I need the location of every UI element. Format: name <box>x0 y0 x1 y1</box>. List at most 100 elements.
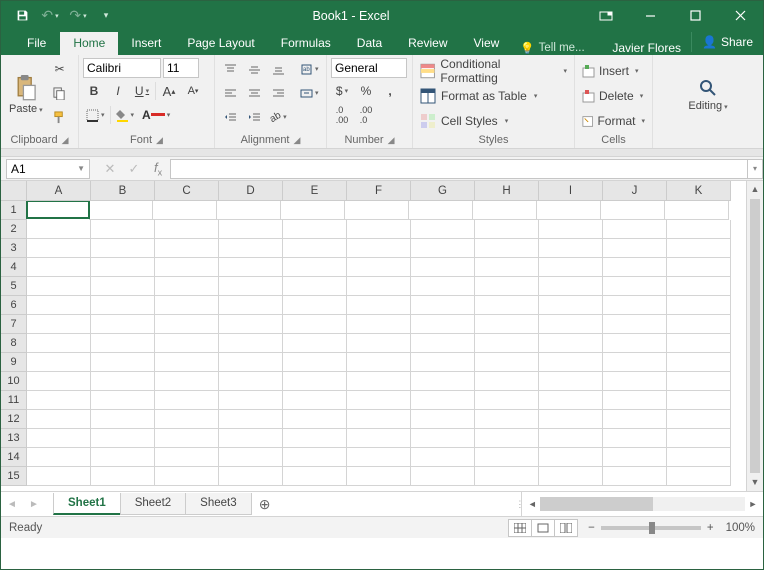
cell[interactable] <box>603 277 667 296</box>
qat-customize-icon[interactable]: ▾ <box>93 4 119 28</box>
accounting-format-button[interactable]: $ <box>331 80 353 102</box>
cell[interactable] <box>667 372 731 391</box>
undo-button[interactable]: ↶ <box>37 4 63 28</box>
cell[interactable] <box>219 467 283 486</box>
cell[interactable] <box>347 467 411 486</box>
cell[interactable] <box>91 296 155 315</box>
cell[interactable] <box>667 448 731 467</box>
cell[interactable] <box>27 467 91 486</box>
cell[interactable] <box>539 239 603 258</box>
cell[interactable] <box>475 315 539 334</box>
merge-center-button[interactable] <box>297 82 322 104</box>
cell[interactable] <box>91 410 155 429</box>
cell[interactable] <box>603 220 667 239</box>
cell[interactable] <box>155 372 219 391</box>
align-center-button[interactable] <box>243 82 265 104</box>
cell[interactable] <box>347 296 411 315</box>
row-header[interactable]: 2 <box>1 220 27 239</box>
cell[interactable] <box>667 239 731 258</box>
column-header[interactable]: B <box>91 181 155 201</box>
column-header[interactable]: G <box>411 181 475 201</box>
cell[interactable] <box>539 467 603 486</box>
cell[interactable] <box>667 353 731 372</box>
cell[interactable] <box>475 277 539 296</box>
tab-pagelayout[interactable]: Page Layout <box>174 32 267 55</box>
cell[interactable] <box>345 201 409 220</box>
cell[interactable] <box>347 277 411 296</box>
cell[interactable] <box>27 258 91 277</box>
cell[interactable] <box>155 239 219 258</box>
cell[interactable] <box>91 429 155 448</box>
cell[interactable] <box>283 220 347 239</box>
font-size-combo[interactable] <box>163 58 199 78</box>
format-painter-button[interactable] <box>49 106 71 128</box>
cell[interactable] <box>667 334 731 353</box>
cell[interactable] <box>411 296 475 315</box>
page-layout-view-button[interactable] <box>531 519 555 537</box>
hscroll-track[interactable] <box>540 497 745 511</box>
cell[interactable] <box>411 410 475 429</box>
minimize-button[interactable] <box>628 1 673 30</box>
cell[interactable] <box>667 296 731 315</box>
percent-button[interactable]: % <box>355 80 377 102</box>
cell[interactable] <box>155 429 219 448</box>
horizontal-scrollbar[interactable]: ◄ ► <box>521 492 763 516</box>
increase-decimal-button[interactable]: .0.00 <box>331 104 353 126</box>
column-header[interactable]: H <box>475 181 539 201</box>
cell[interactable] <box>217 201 281 220</box>
decrease-decimal-button[interactable]: .00.0 <box>355 104 377 126</box>
row-header[interactable]: 15 <box>1 467 27 486</box>
scroll-left-button[interactable]: ◄ <box>524 499 540 509</box>
row-header[interactable]: 5 <box>1 277 27 296</box>
font-color-button[interactable]: A <box>139 104 173 126</box>
vertical-scrollbar[interactable]: ▲ ▼ <box>746 181 763 491</box>
cell[interactable] <box>155 315 219 334</box>
cell[interactable] <box>283 353 347 372</box>
cell[interactable] <box>411 391 475 410</box>
cell[interactable] <box>539 296 603 315</box>
row-header[interactable]: 12 <box>1 410 27 429</box>
tab-view[interactable]: View <box>461 32 513 55</box>
sheet-nav-next[interactable]: ► <box>23 499 45 510</box>
cell[interactable] <box>283 296 347 315</box>
cell[interactable] <box>475 220 539 239</box>
cell[interactable] <box>411 448 475 467</box>
cell[interactable] <box>283 429 347 448</box>
cell[interactable] <box>283 467 347 486</box>
cell[interactable] <box>155 410 219 429</box>
cell[interactable] <box>219 410 283 429</box>
column-header[interactable]: F <box>347 181 411 201</box>
cell[interactable] <box>665 201 729 220</box>
cell[interactable] <box>27 448 91 467</box>
cell[interactable] <box>155 448 219 467</box>
number-format-combo[interactable] <box>331 58 407 78</box>
row-header[interactable]: 7 <box>1 315 27 334</box>
cell[interactable] <box>27 372 91 391</box>
align-right-button[interactable] <box>267 82 289 104</box>
copy-button[interactable] <box>49 82 71 104</box>
font-dialog-launcher[interactable]: ◢ <box>156 135 163 146</box>
cell[interactable] <box>537 201 601 220</box>
borders-button[interactable] <box>83 104 108 126</box>
cell[interactable] <box>347 353 411 372</box>
tab-insert[interactable]: Insert <box>118 32 174 55</box>
cell[interactable] <box>91 258 155 277</box>
alignment-dialog-launcher[interactable]: ◢ <box>294 135 301 146</box>
row-header[interactable]: 1 <box>1 201 27 220</box>
cell[interactable] <box>475 391 539 410</box>
cell[interactable] <box>219 277 283 296</box>
zoom-level[interactable]: 100% <box>726 522 755 534</box>
cell[interactable] <box>219 391 283 410</box>
cell[interactable] <box>283 258 347 277</box>
enter-formula-button[interactable]: ✓ <box>122 161 146 177</box>
row-header[interactable]: 11 <box>1 391 27 410</box>
row-header[interactable]: 6 <box>1 296 27 315</box>
cell[interactable] <box>411 334 475 353</box>
zoom-in-button[interactable]: + <box>707 522 714 534</box>
underline-button[interactable]: U <box>131 80 153 102</box>
scroll-up-button[interactable]: ▲ <box>747 181 763 198</box>
cell[interactable] <box>539 410 603 429</box>
cell[interactable] <box>667 220 731 239</box>
cell[interactable] <box>91 277 155 296</box>
cell[interactable] <box>603 467 667 486</box>
